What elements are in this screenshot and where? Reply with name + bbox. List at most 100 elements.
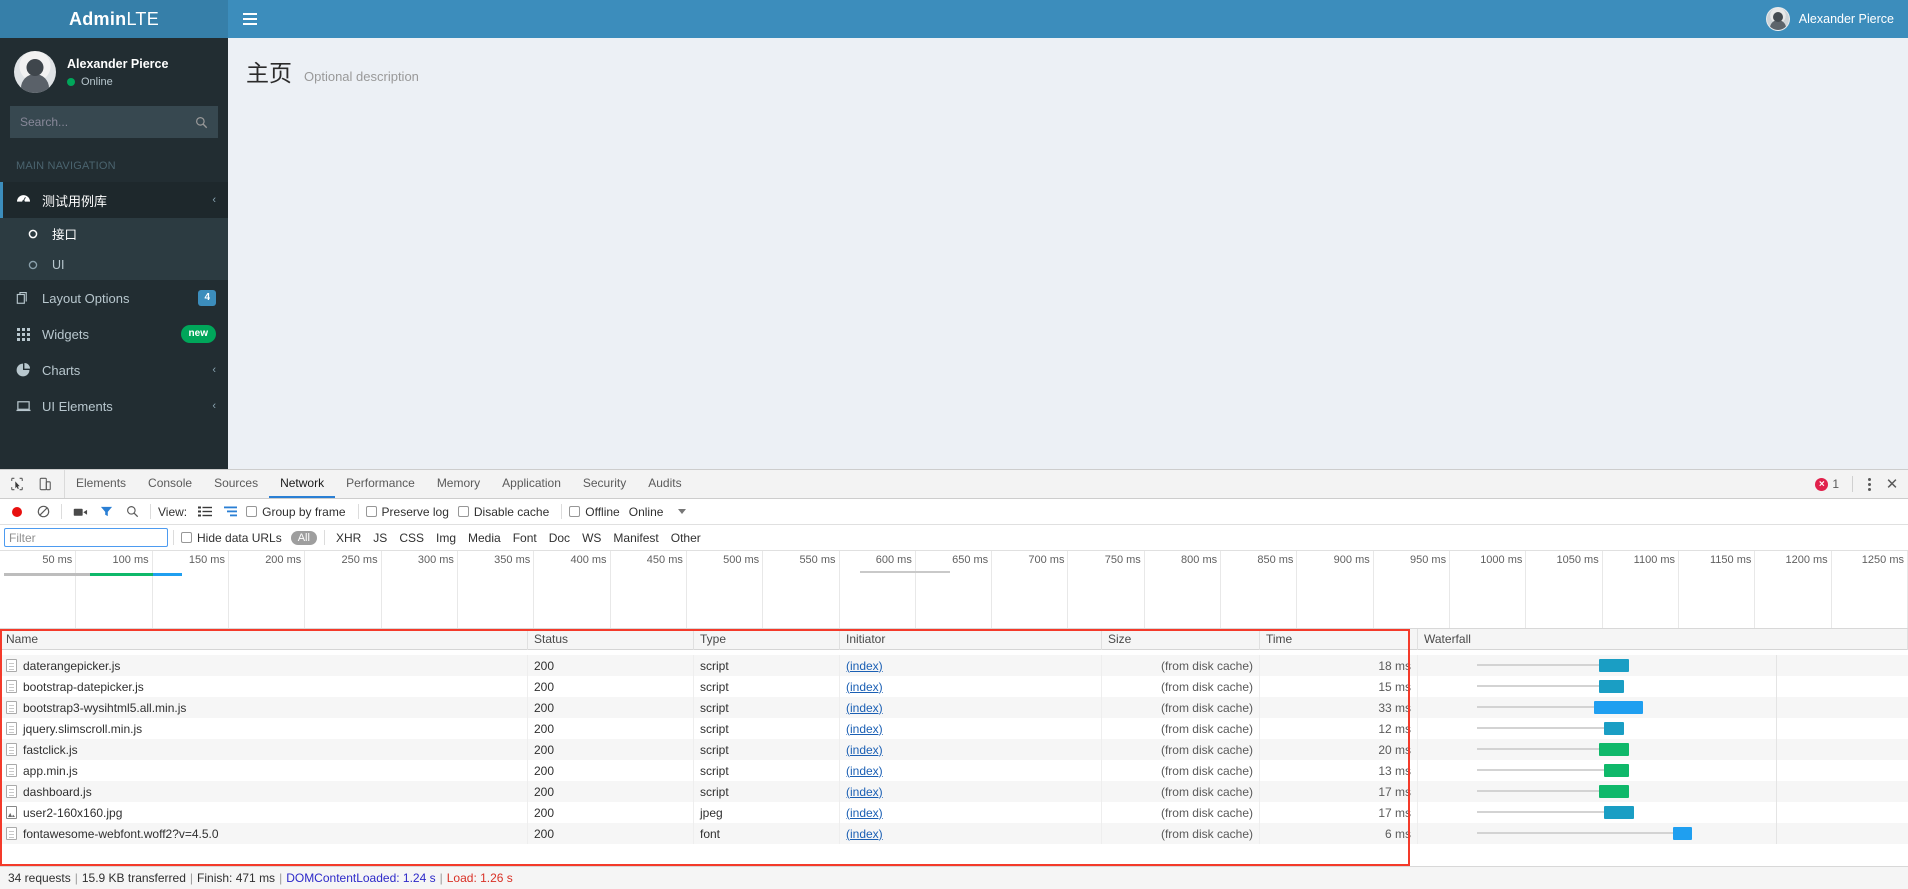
table-row[interactable]: fastclick.js 200 script (index) (from disk c…: [0, 739, 1908, 760]
initiator-link[interactable]: (index): [846, 806, 883, 820]
table-row[interactable]: daterangepicker.js 200 script (index) (from …: [0, 655, 1908, 676]
sidebar-item-charts[interactable]: Charts ‹: [0, 352, 228, 388]
network-overview-timeline[interactable]: 50 ms 100 ms 150 ms 200 ms 250 ms 300 ms 350 m…: [0, 551, 1908, 629]
search-icon[interactable]: [185, 107, 217, 137]
filter-type-all[interactable]: All: [290, 530, 317, 545]
filter-type-img[interactable]: Img: [430, 531, 462, 545]
waterfall-view-icon[interactable]: [218, 500, 244, 524]
table-row[interactable]: bootstrap-datepicker.js 200 script (index) (…: [0, 676, 1908, 697]
column-header-type[interactable]: Type: [694, 629, 840, 650]
tab-console[interactable]: Console: [137, 470, 203, 498]
sidebar-item-api[interactable]: 接口: [0, 218, 228, 249]
kebab-menu-icon[interactable]: [1860, 477, 1878, 491]
group-by-frame-option[interactable]: Group by frame: [246, 505, 346, 519]
camera-icon[interactable]: [67, 500, 93, 524]
cell-waterfall: [1418, 676, 1908, 697]
sidebar-toggle-button[interactable]: [228, 0, 272, 38]
sidebar-item-layout-options[interactable]: Layout Options 4: [0, 280, 228, 316]
waterfall-bar[interactable]: [1594, 701, 1644, 714]
search-input[interactable]: [11, 107, 185, 137]
tab-security[interactable]: Security: [572, 470, 637, 498]
column-header-status[interactable]: Status: [528, 629, 694, 650]
checkbox[interactable]: [181, 532, 192, 543]
tab-application[interactable]: Application: [491, 470, 572, 498]
sidebar-item-ui-elements[interactable]: UI Elements ‹: [0, 388, 228, 424]
tab-elements[interactable]: Elements: [65, 470, 137, 498]
table-body[interactable]: daterangepicker.js 200 script (index) (from …: [0, 650, 1908, 844]
filter-input[interactable]: [4, 528, 168, 547]
column-header-size[interactable]: Size: [1102, 629, 1260, 650]
throttling-value[interactable]: Online: [629, 505, 664, 519]
waterfall-bar[interactable]: [1604, 806, 1634, 819]
table-row[interactable]: fontawesome-webfont.woff2?v=4.5.0 200 font…: [0, 823, 1908, 844]
device-toolbar-icon[interactable]: [32, 471, 58, 497]
filter-type-manifest[interactable]: Manifest: [607, 531, 664, 545]
inspect-icon[interactable]: [4, 471, 30, 497]
tab-network[interactable]: Network: [269, 470, 336, 498]
checkbox[interactable]: [246, 506, 258, 517]
waterfall-bar[interactable]: [1599, 785, 1629, 798]
close-icon[interactable]: ✕: [1882, 477, 1902, 492]
chevron-down-icon[interactable]: [678, 509, 687, 514]
offline-option[interactable]: Offline: [569, 505, 620, 519]
sidebar-item-testcase-library[interactable]: 测试用例库 ‹: [0, 182, 228, 218]
checkbox[interactable]: [365, 506, 377, 517]
filter-type-css[interactable]: CSS: [393, 531, 430, 545]
list-view-icon[interactable]: [192, 500, 218, 524]
column-header-waterfall[interactable]: Waterfall: [1418, 629, 1908, 650]
request-name: dashboard.js: [23, 784, 92, 799]
waterfall-bar[interactable]: [1599, 743, 1629, 756]
initiator-link[interactable]: (index): [846, 827, 883, 841]
table-row[interactable]: dashboard.js 200 script (index) (from disk c…: [0, 781, 1908, 802]
waterfall-bar[interactable]: [1604, 764, 1629, 777]
table-row[interactable]: bootstrap3-wysihtml5.all.min.js 200 script…: [0, 697, 1908, 718]
table-row[interactable]: user2-160x160.jpg 200 jpeg (index) (from dis…: [0, 802, 1908, 823]
waterfall-bar[interactable]: [1672, 827, 1693, 840]
checkbox[interactable]: [569, 506, 581, 517]
waterfall-bar[interactable]: [1604, 722, 1624, 735]
initiator-link[interactable]: (index): [846, 659, 883, 673]
column-header-time[interactable]: Time: [1260, 629, 1418, 650]
waterfall-bar[interactable]: [1599, 680, 1624, 693]
tab-memory[interactable]: Memory: [426, 470, 491, 498]
filter-type-js[interactable]: JS: [367, 531, 393, 545]
initiator-link[interactable]: (index): [846, 764, 883, 778]
tab-audits[interactable]: Audits: [637, 470, 692, 498]
column-header-name[interactable]: Name: [0, 629, 528, 650]
network-requests-table[interactable]: Name Status Type Initiator Size Time Waterfall…: [0, 629, 1908, 866]
sidebar-search[interactable]: [10, 106, 218, 138]
preserve-log-option[interactable]: Preserve log: [365, 505, 449, 519]
initiator-link[interactable]: (index): [846, 722, 883, 736]
waterfall-bar[interactable]: [1599, 659, 1629, 672]
disable-cache-option[interactable]: Disable cache: [457, 505, 549, 519]
clear-icon[interactable]: [30, 500, 56, 524]
tab-sources[interactable]: Sources: [203, 470, 269, 498]
hide-data-urls-option[interactable]: Hide data URLs: [181, 531, 282, 545]
sidebar-user-panel[interactable]: Alexander Pierce Online: [0, 38, 228, 106]
initiator-link[interactable]: (index): [846, 785, 883, 799]
filter-type-doc[interactable]: Doc: [543, 531, 576, 545]
timeline-tick-label: 650 ms: [952, 554, 989, 566]
navbar-user-menu[interactable]: Alexander Pierce: [1752, 0, 1908, 38]
column-header-initiator[interactable]: Initiator: [840, 629, 1102, 650]
filter-type-ws[interactable]: WS: [576, 531, 607, 545]
sidebar-item-ui[interactable]: UI: [0, 249, 228, 280]
record-icon[interactable]: [4, 500, 30, 524]
checkbox[interactable]: [457, 506, 469, 517]
filter-type-media[interactable]: Media: [462, 531, 507, 545]
filter-icon[interactable]: [93, 500, 119, 524]
initiator-link[interactable]: (index): [846, 680, 883, 694]
sidebar-item-label: Widgets: [42, 326, 89, 342]
search-icon[interactable]: [119, 500, 145, 524]
filter-type-other[interactable]: Other: [665, 531, 707, 545]
app-logo[interactable]: Admin LTE: [0, 0, 228, 38]
table-row[interactable]: app.min.js 200 script (index) (from disk cac…: [0, 760, 1908, 781]
table-row[interactable]: jquery.slimscroll.min.js 200 script (index)…: [0, 718, 1908, 739]
initiator-link[interactable]: (index): [846, 743, 883, 757]
tab-performance[interactable]: Performance: [335, 470, 426, 498]
initiator-link[interactable]: (index): [846, 701, 883, 715]
filter-type-xhr[interactable]: XHR: [330, 531, 367, 545]
filter-type-font[interactable]: Font: [507, 531, 543, 545]
error-count-badge[interactable]: × 1: [1809, 477, 1845, 491]
sidebar-item-widgets[interactable]: Widgets new: [0, 316, 228, 352]
